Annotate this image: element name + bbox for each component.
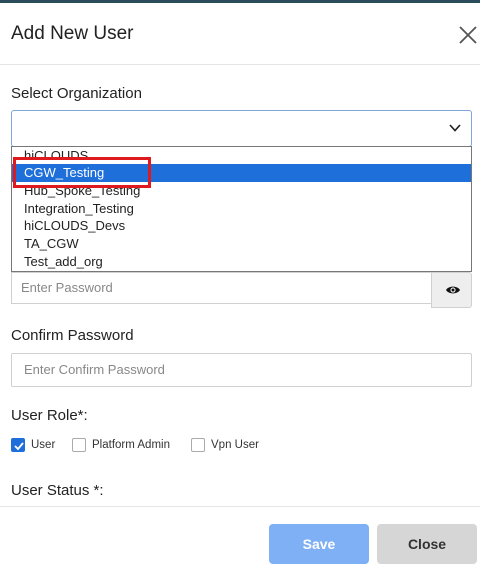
- save-button[interactable]: Save: [269, 524, 369, 564]
- chevron-down-icon[interactable]: [448, 121, 462, 135]
- password-toggle-button[interactable]: [431, 272, 472, 308]
- dropdown-option[interactable]: Test_add_org: [12, 253, 471, 271]
- user-role-checkbox-checked[interactable]: [11, 438, 25, 452]
- dropdown-option[interactable]: hiCLOUDS_Devs: [12, 217, 471, 235]
- confirm-password-input[interactable]: Enter Confirm Password: [11, 353, 472, 387]
- organization-dropdown-list: hiCLOUDS CGW_Testing Hub_Spoke_Testing I…: [11, 146, 472, 272]
- platform-admin-checkbox[interactable]: [72, 438, 86, 452]
- dropdown-option-selected[interactable]: CGW_Testing: [12, 164, 471, 182]
- footer-divider: [0, 506, 480, 507]
- close-icon[interactable]: [458, 25, 480, 47]
- role-label-vpn-user: Vpn User: [211, 439, 259, 451]
- vpn-user-checkbox[interactable]: [191, 438, 205, 452]
- organization-select[interactable]: [11, 110, 472, 147]
- confirm-password-label: Confirm Password: [11, 327, 134, 344]
- modal-header: Add New User: [0, 3, 480, 65]
- close-button[interactable]: Close: [377, 524, 477, 564]
- user-role-label: User Role*:: [11, 407, 88, 424]
- password-input[interactable]: Enter Password: [11, 272, 431, 304]
- user-status-label: User Status *:: [11, 482, 104, 499]
- role-label-platform-admin: Platform Admin: [92, 439, 170, 451]
- dropdown-option[interactable]: Integration_Testing: [12, 200, 471, 218]
- eye-icon: [446, 286, 460, 294]
- role-label-user: User: [31, 439, 56, 451]
- organization-label: Select Organization: [11, 85, 142, 102]
- modal-title: Add New User: [11, 23, 134, 44]
- dropdown-option[interactable]: hiCLOUDS: [12, 147, 471, 164]
- dropdown-option[interactable]: TA_CGW: [12, 235, 471, 253]
- dropdown-option[interactable]: Hub_Spoke_Testing: [12, 182, 471, 200]
